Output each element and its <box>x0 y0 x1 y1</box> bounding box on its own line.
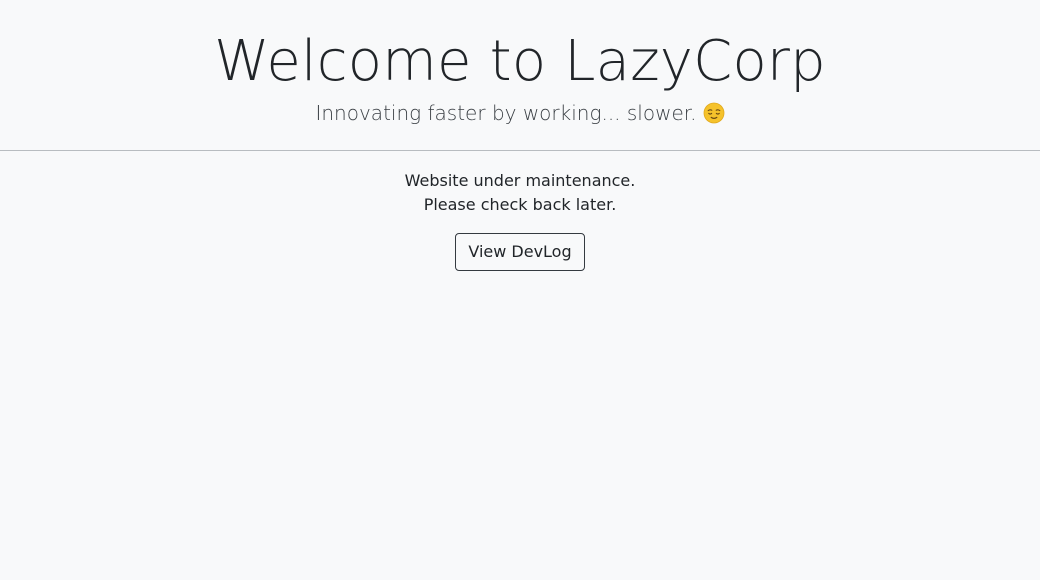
relieved-face-icon <box>703 102 725 124</box>
page: Welcome to LazyCorp Innovating faster by… <box>0 0 1040 580</box>
subtitle-text: Innovating faster by working... slower. <box>315 101 697 126</box>
view-devlog-button[interactable]: View DevLog <box>455 233 585 272</box>
page-header: Welcome to LazyCorp Innovating faster by… <box>0 0 1040 151</box>
page-title: Welcome to LazyCorp <box>214 29 826 94</box>
maintenance-message-line2: Please check back later. <box>423 195 617 214</box>
maintenance-message-line1: Website under maintenance. <box>404 171 636 190</box>
page-subtitle: Innovating faster by working... slower. <box>0 101 1040 125</box>
maintenance-section: Website under maintenance. Please check … <box>0 151 1040 272</box>
